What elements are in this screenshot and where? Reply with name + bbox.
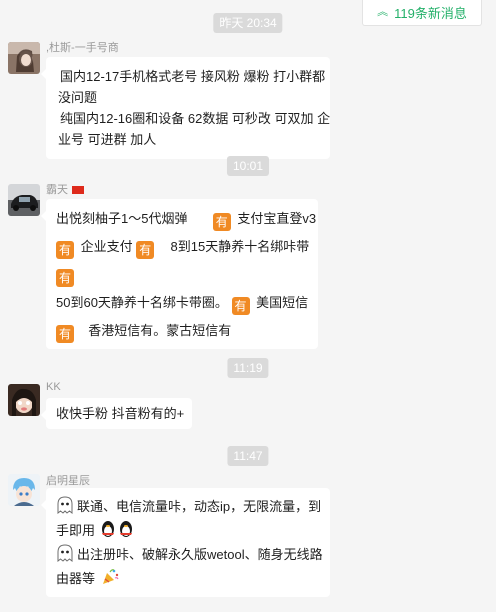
ghost-icon — [57, 496, 73, 514]
new-messages-label: 119条新消息 — [394, 6, 467, 21]
message-text: 收快手粉 抖音粉有的+ — [56, 406, 185, 421]
message-text: 手即用 — [56, 523, 96, 538]
you-badge-icon: 有 — [231, 297, 250, 315]
flag-icon — [72, 186, 85, 195]
timestamp-divider: 11:19 — [227, 358, 269, 378]
you-badge-icon: 有 — [212, 213, 231, 231]
qq-penguin-icon — [101, 521, 114, 537]
sender-name: KK — [46, 381, 61, 393]
message-bubble[interactable]: 收快手粉 抖音粉有的+ — [41, 398, 192, 429]
message-bubble[interactable]: 国内12-17手机格式老号 接风粉 爆粉 打小群都 没问题 纯国内12-16圈和… — [41, 57, 331, 159]
avatar[interactable] — [8, 384, 40, 416]
you-badge-icon: 有 — [136, 241, 155, 259]
message-text: 国内12-17手机格式老号 接风粉 爆粉 打小群都 — [60, 69, 326, 84]
you-badge-icon: 有 — [56, 325, 74, 343]
you-badge-icon: 有 — [56, 241, 74, 259]
message-text: 纯国内12-16圈和设备 62数据 可秒改 可双加 企 — [60, 111, 331, 126]
message-text: 支付宝直登v3 — [237, 211, 317, 226]
message-text: 企业支付 — [80, 239, 133, 254]
timestamp-divider: 昨天 20:34 — [213, 13, 283, 33]
message-text: 出注册咔、破解永久版wetool、随身无线路 — [77, 547, 323, 562]
timestamp-divider: 11:47 — [227, 446, 269, 466]
message-text: 香港短信有。蒙古短信有 — [88, 323, 232, 338]
qq-penguin-icon — [119, 521, 132, 537]
avatar[interactable] — [8, 474, 40, 506]
message-text: 8到15天静养十名绑咔带 — [170, 239, 310, 254]
message-text: 出悦刻柚子1～5代烟弹 — [56, 211, 188, 226]
party-popper-icon — [102, 569, 119, 584]
sender-name: 启明星辰 — [46, 475, 90, 487]
chevron-up-double-icon: ︽ — [377, 6, 389, 18]
message-text: 业号 可进群 加人 — [58, 132, 157, 147]
you-badge-icon: 有 — [56, 269, 74, 287]
sender-name: 霸天 — [46, 181, 85, 197]
ghost-icon — [57, 544, 73, 562]
timestamp-divider: 10:01 — [226, 156, 270, 176]
sender-name: ,杜斯-一手号商 — [46, 42, 119, 54]
new-messages-button[interactable]: ︽ 119条新消息 — [362, 0, 482, 26]
avatar[interactable] — [8, 42, 40, 74]
message-text: 美国短信 — [256, 295, 309, 310]
avatar[interactable] — [8, 184, 40, 216]
message-bubble[interactable]: 出悦刻柚子1～5代烟弹 有 支付宝直登v3 有 企业支付 有 8到15天静养十名… — [41, 199, 318, 349]
message-text: 联通、电信流量咔，动态ip，无限流量，到 — [77, 499, 322, 514]
message-text: 没问题 — [58, 90, 98, 105]
message-bubble[interactable]: 联通、电信流量咔，动态ip，无限流量，到 手即用 出注册咔、破解永久版wetoo… — [41, 488, 330, 597]
message-text: 50到60天静养十名绑卡带圈。 — [56, 295, 228, 310]
message-text: 由器等 — [56, 571, 96, 586]
